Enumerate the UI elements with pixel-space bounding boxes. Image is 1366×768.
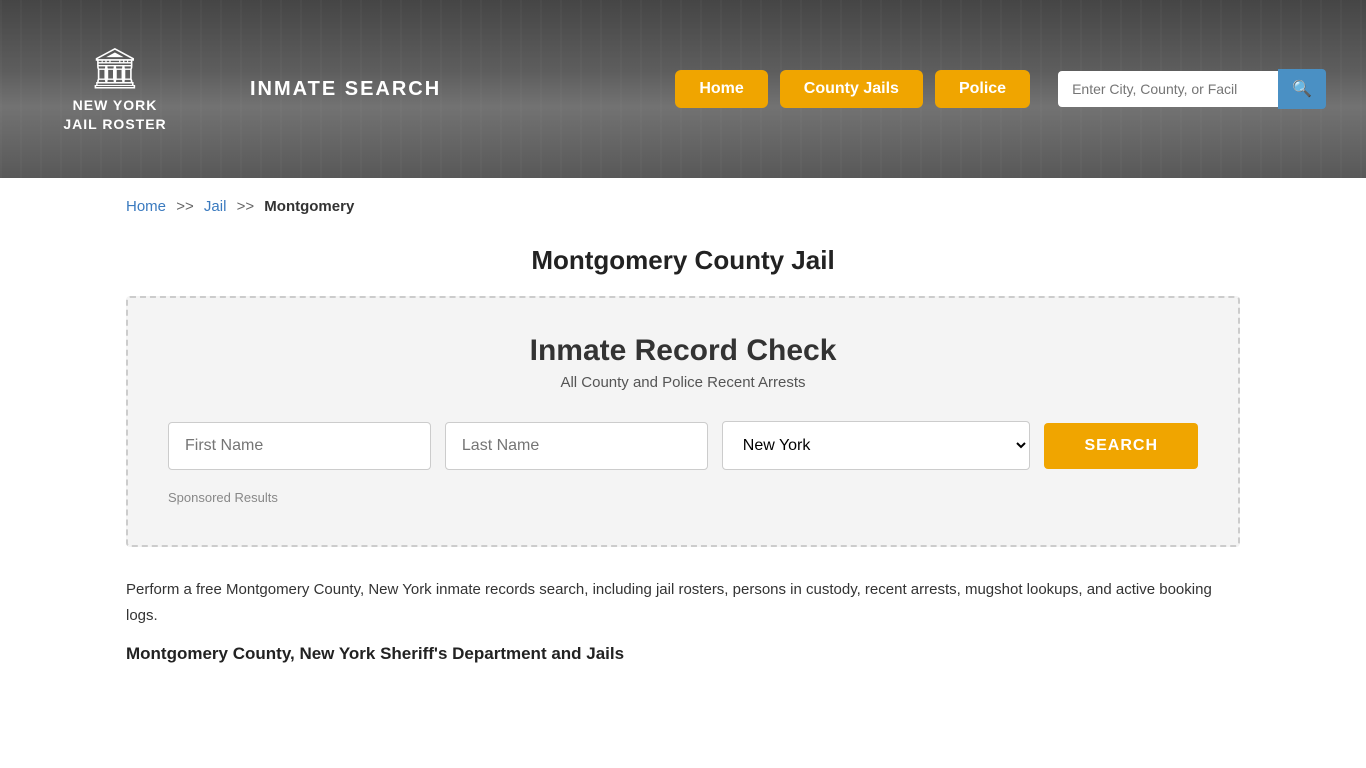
first-name-input[interactable] (168, 422, 431, 470)
body-content: Perform a free Montgomery County, New Yo… (0, 547, 1366, 684)
breadcrumb-jail-link[interactable]: Jail (204, 198, 227, 215)
breadcrumb-sep-2: >> (237, 198, 255, 215)
logo-icon: 🏛 (90, 45, 141, 92)
record-check-form: AlabamaAlaskaArizonaArkansasCaliforniaCo… (168, 421, 1198, 470)
nav-police-button[interactable]: Police (935, 70, 1030, 108)
header-search-button[interactable]: 🔍 (1278, 69, 1326, 109)
header-search-bar: 🔍 (1058, 69, 1326, 109)
page-title: Montgomery County Jail (0, 245, 1366, 276)
main-nav: Home County Jails Police 🔍 (675, 69, 1326, 109)
record-check-box: Inmate Record Check All County and Polic… (126, 296, 1240, 547)
logo: 🏛 NEW YORK JAIL ROSTER (40, 45, 190, 132)
breadcrumb-home-link[interactable]: Home (126, 198, 166, 215)
state-select[interactable]: AlabamaAlaskaArizonaArkansasCaliforniaCo… (722, 421, 1031, 470)
record-check-title: Inmate Record Check (168, 334, 1198, 368)
breadcrumb: Home >> Jail >> Montgomery (0, 178, 1366, 235)
body-subtitle-1: Montgomery County, New York Sheriff's De… (126, 644, 1240, 664)
nav-home-button[interactable]: Home (675, 70, 767, 108)
sponsored-label: Sponsored Results (168, 490, 1198, 505)
record-check-subtitle: All County and Police Recent Arrests (168, 374, 1198, 391)
header: 🏛 NEW YORK JAIL ROSTER INMATE SEARCH Hom… (0, 0, 1366, 178)
last-name-input[interactable] (445, 422, 708, 470)
header-search-input[interactable] (1058, 71, 1278, 107)
inmate-search-label: INMATE SEARCH (250, 78, 441, 101)
nav-county-jails-button[interactable]: County Jails (780, 70, 923, 108)
breadcrumb-current: Montgomery (264, 198, 354, 215)
logo-text: NEW YORK JAIL ROSTER (63, 96, 166, 132)
body-paragraph-1: Perform a free Montgomery County, New Yo… (126, 577, 1240, 628)
breadcrumb-sep-1: >> (176, 198, 194, 215)
search-button[interactable]: SEARCH (1044, 423, 1198, 469)
